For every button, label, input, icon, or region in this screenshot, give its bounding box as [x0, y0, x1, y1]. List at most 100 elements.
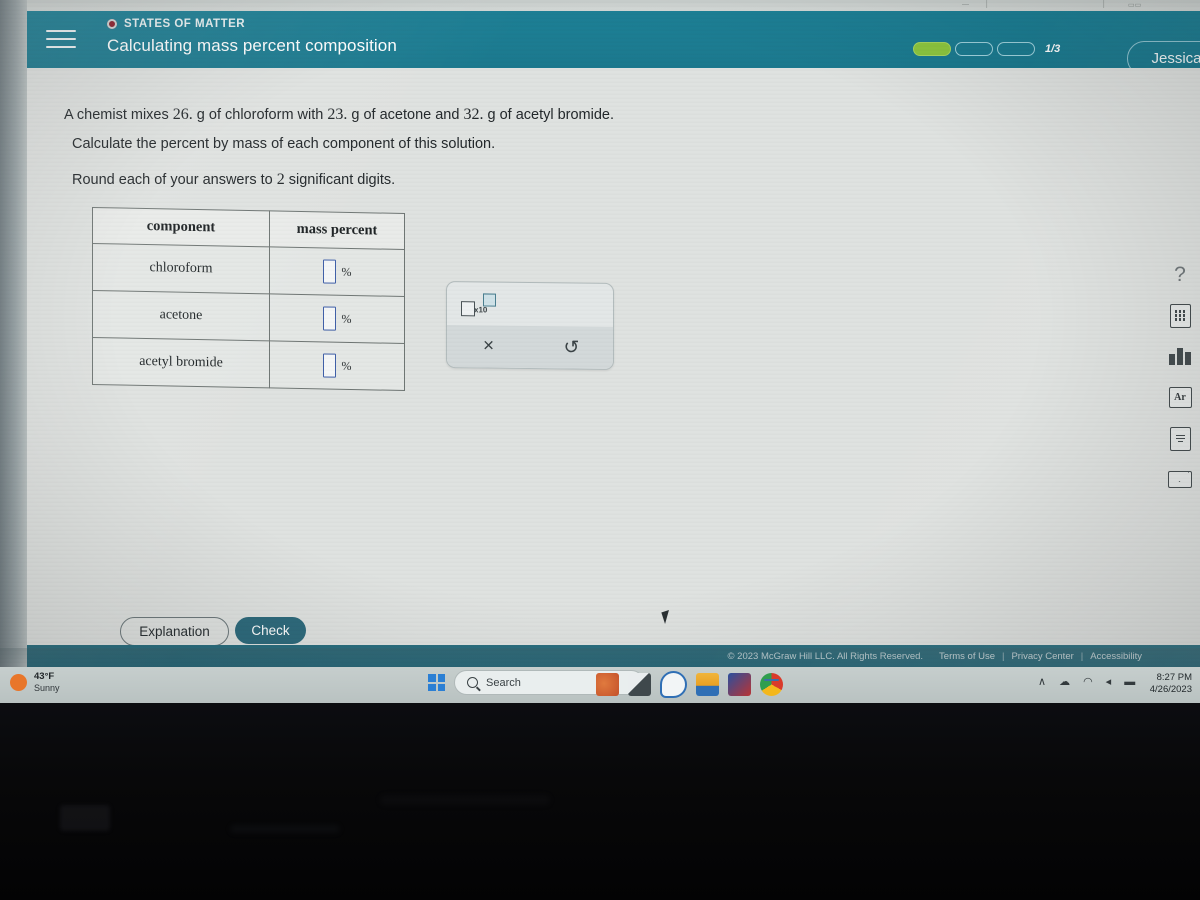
q3-sigfigs: 2 [276, 171, 285, 188]
chrome-app-icon[interactable] [760, 673, 783, 696]
q1-text-a: A chemist mixes [64, 107, 173, 123]
weather-condition: Sunny [34, 682, 60, 693]
office-app-icon[interactable] [728, 673, 751, 696]
envelope-icon [1168, 471, 1192, 488]
volume-icon[interactable]: ◂ [1106, 675, 1112, 688]
taskbar-clock[interactable]: 8:27 PM 4/26/2023 [1150, 672, 1192, 696]
footer-separator: | [1002, 650, 1005, 662]
answer-input-chloroform[interactable] [322, 259, 336, 284]
undo-button[interactable]: ↺ [530, 326, 613, 369]
cell-component-acetyl-bromide: acetyl bromide [92, 337, 270, 388]
teams-app-icon[interactable] [628, 673, 651, 696]
scientific-notation-button[interactable]: x10 [461, 293, 503, 317]
sci-notation-label: x10 [474, 305, 488, 315]
clock-time: 8:27 PM [1156, 672, 1192, 683]
screen-left-edge [0, 0, 27, 703]
user-name-label: Jessica [1151, 50, 1200, 67]
search-placeholder: Search [486, 676, 521, 689]
show-hidden-icons-chevron[interactable]: ∧ [1038, 675, 1046, 688]
battery-icon[interactable]: ▬ [1124, 676, 1135, 688]
desk-reflection [380, 795, 550, 805]
system-tray: ∧ ☁ ◠ ◂ ▬ [1038, 675, 1135, 689]
footer: © 2023 McGraw Hill LLC. All Rights Reser… [27, 645, 1200, 667]
reference-button[interactable] [1150, 418, 1200, 459]
action-bar: Explanation Check [27, 613, 1200, 649]
windows-start-button[interactable] [428, 674, 445, 691]
calculator-icon [1169, 303, 1191, 328]
topic-breadcrumb: STATES OF MATTER [107, 18, 245, 30]
record-dot-icon [107, 19, 117, 29]
table-row: acetone % [92, 290, 405, 344]
footer-separator: | [1080, 650, 1084, 662]
question-line-2: Calculate the percent by mass of each co… [72, 136, 496, 152]
cloud-icon[interactable]: ☁ [1059, 675, 1070, 688]
answer-input-acetyl-bromide[interactable] [322, 353, 336, 378]
q1-mass-acetyl-bromide: 32. [463, 106, 484, 123]
help-button[interactable]: ? [1150, 254, 1200, 295]
content-area: A chemist mixes 26. g of chloroform with… [27, 68, 1200, 648]
exponent-placeholder-icon [483, 293, 496, 307]
copyright-text: © 2023 McGraw Hill LLC. All Rights Reser… [727, 650, 924, 662]
mass-percent-table: component mass percent chloroform % acet… [92, 206, 405, 392]
calculator-button[interactable] [1150, 295, 1200, 336]
cell-component-chloroform: chloroform [92, 243, 270, 294]
math-toolbar-actions: × ↺ [447, 324, 613, 370]
windows-taskbar: 43°F Sunny Search ∧ ☁ ◠ ◂ ▬ 8:27 PM 4/26… [0, 667, 1200, 703]
table-row: acetyl bromide % [92, 337, 405, 391]
reference-book-icon [1169, 426, 1191, 451]
weather-temperature: 43°F [34, 671, 55, 682]
chat-app-icon[interactable] [660, 671, 687, 698]
cell-answer-chloroform: % [269, 246, 405, 297]
help-question-icon: ? [1174, 262, 1186, 286]
cell-component-acetone: acetone [92, 290, 270, 341]
file-explorer-icon[interactable] [696, 673, 719, 696]
table-header-row: component mass percent [92, 207, 405, 250]
desk-area [0, 700, 1200, 900]
column-header-component: component [92, 207, 270, 247]
periodic-table-icon: Ar [1168, 387, 1192, 408]
check-button[interactable]: Check [235, 617, 306, 644]
hamburger-menu-icon[interactable] [46, 25, 76, 53]
privacy-center-link[interactable]: Privacy Center [1011, 651, 1073, 662]
weather-widget[interactable]: 43°F Sunny [10, 671, 60, 693]
cell-answer-acetyl-bromide: % [269, 340, 405, 391]
widgets-app-icon[interactable] [596, 673, 619, 696]
q3-text-b: significant digits. [284, 172, 396, 188]
message-button[interactable] [1150, 459, 1200, 500]
q1-text-b: g of chloroform with [192, 107, 328, 123]
taskbar-apps [596, 671, 783, 698]
clock-date: 4/26/2023 [1149, 683, 1192, 695]
page-title: Calculating mass percent composition [107, 36, 397, 55]
app-header: STATES OF MATTER Calculating mass percen… [27, 11, 1200, 76]
progress-segment-3 [997, 42, 1035, 56]
periodic-table-button[interactable]: Ar [1150, 377, 1200, 418]
q1-text-c: g of acetone and [347, 107, 464, 123]
cell-answer-acetone: % [269, 293, 405, 344]
percent-unit-acetyl-bromide: % [341, 358, 352, 373]
clear-button[interactable]: × [447, 325, 530, 368]
percent-unit-chloroform: % [341, 264, 352, 279]
q3-text-a: Round each of your answers to [72, 172, 277, 188]
table-row: chloroform % [92, 243, 405, 297]
screen-area: — │ │ ▭▭ STATES OF MATTER Calculating ma… [0, 0, 1200, 703]
terms-of-use-link[interactable]: Terms of Use [939, 651, 995, 662]
wifi-icon[interactable]: ◠ [1083, 675, 1093, 688]
column-header-mass-percent: mass percent [269, 210, 405, 250]
progress-indicator: 1/3 [913, 42, 1060, 56]
tool-rail: ? Ar [1150, 254, 1200, 500]
progress-count: 1/3 [1045, 43, 1061, 55]
q1-mass-acetone: 23. [327, 106, 348, 123]
topic-label: STATES OF MATTER [124, 18, 246, 30]
search-icon [467, 677, 478, 688]
chart-button[interactable] [1150, 336, 1200, 377]
bar-chart-icon [1169, 348, 1191, 365]
question-line-3: Round each of your answers to 2 signific… [72, 170, 395, 189]
question-line-1: A chemist mixes 26. g of chloroform with… [64, 105, 614, 124]
progress-segment-2 [955, 42, 993, 56]
accessibility-link[interactable]: Accessibility [1090, 651, 1142, 662]
q1-mass-chloroform: 26. [172, 106, 193, 123]
sun-icon [10, 674, 27, 692]
percent-unit-acetone: % [341, 311, 352, 326]
explanation-button[interactable]: Explanation [120, 617, 229, 646]
answer-input-acetone[interactable] [322, 306, 336, 331]
